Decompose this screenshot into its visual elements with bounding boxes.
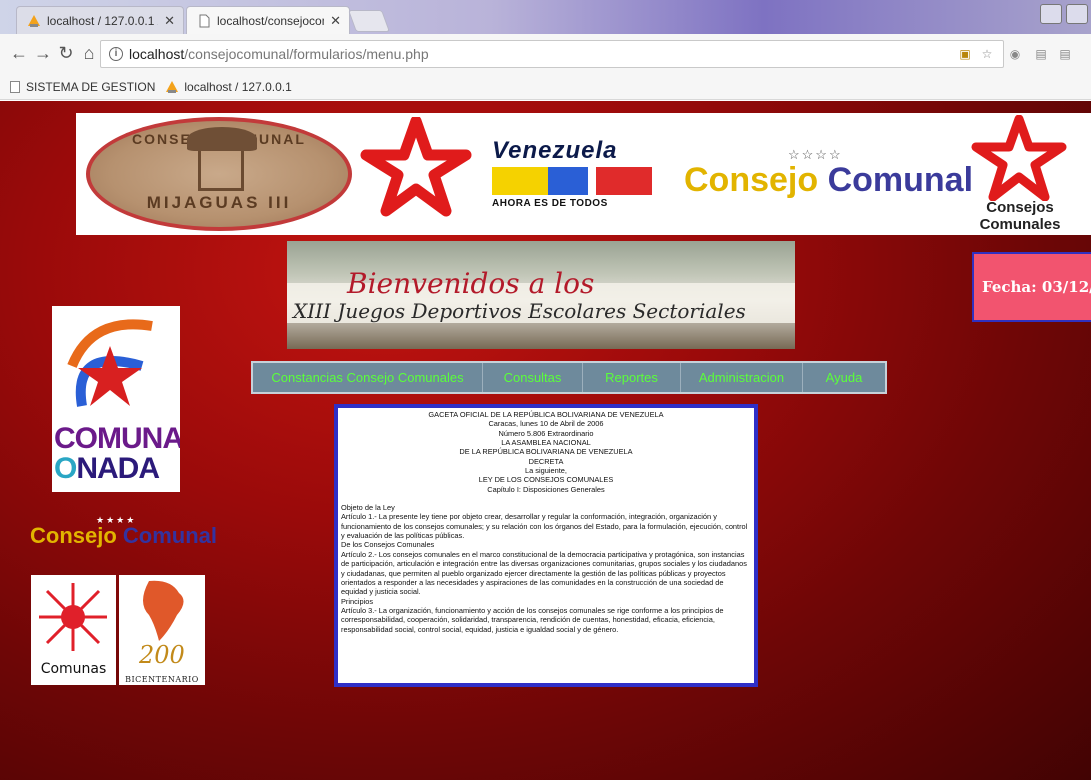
comunas-star-icon — [39, 583, 107, 651]
home-icon[interactable]: ⌂ — [78, 42, 100, 64]
gaceta-header-line: LEY DE LOS CONSEJOS COMUNALES — [478, 475, 614, 485]
comunas-logo: Comunas — [31, 575, 116, 685]
browser-tab-bar: localhost / 127.0.0.1 / co ✕ localhost/c… — [0, 0, 1091, 34]
main-menu: Constancias Consejo Comunales Consultas … — [251, 361, 887, 394]
gaceta-article: Artículo 2.- Los consejos comunales en e… — [341, 549, 747, 597]
gaceta-header-line: Caracas, lunes 10 de Abril de 2006 — [488, 419, 604, 429]
consejos-star-icon — [971, 115, 1067, 201]
bookmark-sistema[interactable]: SISTEMA DE GESTION — [10, 80, 155, 94]
menu-item-ayuda[interactable]: Ayuda — [803, 363, 885, 392]
address-path: /consejocomunal/formularios/menu.php — [184, 46, 429, 62]
venezuela-slogan: AHORA ES DE TODOS — [492, 198, 608, 209]
gaceta-article: Artículo 1.- La presente ley tiene por o… — [341, 512, 748, 541]
gaceta-header-line: DE LA REPÚBLICA BOLIVARIANA DE VENEZUELA — [459, 447, 633, 457]
pma-icon — [166, 80, 179, 93]
wordmark-part-b: Comunal — [827, 161, 974, 199]
gaceta-header-line: DECRETA — [528, 456, 564, 466]
translate-icon[interactable]: ▣ — [958, 47, 972, 61]
consejos-comunales-logo: Consejos Comunales — [952, 199, 1088, 233]
info-icon[interactable]: i — [109, 47, 123, 61]
side-wordmark-a: Consejo — [30, 523, 117, 548]
comuna-swirl-icon — [67, 319, 153, 407]
address-bar[interactable]: i localhost/consejocomunal/formularios/m… — [100, 40, 1004, 68]
venezuela-logo: Venezuela AHORA ES DE TODOS — [492, 137, 662, 217]
minimize-button[interactable] — [1066, 4, 1088, 24]
bookmark-star-icon[interactable]: ☆ — [980, 47, 994, 61]
wordmark-part-a: Consejo — [684, 161, 819, 199]
gaceta-header-line: LA ASAMBLEA NACIONAL — [501, 438, 591, 448]
extension-icon[interactable]: ◉ — [1008, 47, 1022, 61]
extension-b-icon[interactable]: ▤ — [1058, 47, 1072, 61]
tab-close-icon[interactable]: ✕ — [330, 13, 341, 29]
gaceta-header-line: GACETA OFICIAL DE LA REPÚBLICA BOLIVARIA… — [428, 410, 664, 419]
red-star-icon — [360, 117, 472, 217]
bookmark-label: SISTEMA DE GESTION — [26, 79, 156, 94]
browser-tab-phpmyadmin[interactable]: localhost / 127.0.0.1 / co ✕ — [16, 6, 184, 34]
welcome-line2: XIII Juegos Deportivos Escolares Sectori… — [293, 299, 746, 323]
side-wordmark-b: Comunal — [122, 523, 218, 548]
new-tab-button[interactable] — [347, 10, 391, 32]
tab-close-icon[interactable]: ✕ — [164, 13, 175, 29]
menu-item-reportes[interactable]: Reportes — [583, 363, 681, 392]
date-box: Fecha: 03/12/2016 — [972, 252, 1091, 322]
comuna-text: COMUNA — [54, 422, 180, 455]
gaceta-heading: Principios — [341, 596, 374, 606]
browser-toolbar: ← → ↻ ⌂ i localhost/consejocomunal/formu… — [0, 34, 1091, 74]
forward-arrow-icon[interactable]: → — [32, 42, 54, 64]
reload-icon[interactable]: ↻ — [55, 42, 77, 64]
welcome-line1: Bienvenidos a los — [347, 267, 595, 300]
page-content: CONSEJO COMUNAL MIJAGUAS III Venezuela A… — [0, 101, 1091, 780]
browser-tab-consejocomunal[interactable]: localhost/consejocomun ✕ — [186, 6, 350, 34]
pma-favicon-icon — [28, 14, 40, 27]
onada-word: ONADA — [54, 452, 160, 485]
menu-item-administracion[interactable]: Administracion — [681, 363, 803, 392]
document-favicon-icon — [199, 14, 210, 27]
comunas-label: Comunas — [40, 661, 107, 677]
venezuela-flag-icon — [492, 167, 662, 195]
gaceta-heading: De los Consejos Comunales — [341, 540, 435, 550]
welcome-banner-image: Bienvenidos a los XIII Juegos Deportivos… — [287, 241, 795, 349]
bicentenario-number: 200 — [139, 641, 185, 669]
user-profile-button[interactable] — [1040, 4, 1062, 24]
document-icon — [10, 80, 20, 93]
bookmark-localhost[interactable]: localhost / 127.0.0.1 — [165, 79, 292, 94]
consejos-line2: Comunales — [979, 216, 1061, 233]
tab-title: localhost / 127.0.0.1 / co — [47, 13, 158, 28]
bookmark-label: localhost / 127.0.0.1 — [184, 79, 292, 94]
onada-text: ONADA — [54, 452, 160, 486]
comuna-logo: COMUNA ONADA — [52, 306, 180, 492]
header-banner: CONSEJO COMUNAL MIJAGUAS III Venezuela A… — [76, 113, 1091, 235]
date-value: 03/12/2016 — [1041, 278, 1091, 296]
gaceta-header-line: Número 5.806 Extraordinario — [498, 428, 594, 438]
house-icon — [187, 127, 257, 191]
extension-a-icon[interactable]: ▤ — [1034, 47, 1048, 61]
bookmarks-bar: SISTEMA DE GESTION localhost / 127.0.0.1 — [0, 74, 1091, 100]
gaceta-header-line: Capítulo I: Disposiciones Generales — [487, 484, 605, 494]
gaceta-oficial-panel: GACETA OFICIAL DE LA REPÚBLICA BOLIVARIA… — [334, 404, 758, 687]
south-america-map-icon — [143, 580, 184, 641]
menu-item-constancias[interactable]: Constancias Consejo Comunales — [253, 363, 483, 392]
address-host: localhost — [129, 46, 185, 62]
gaceta-header-line: La siguiente, — [525, 466, 567, 476]
date-label: Fecha: — [982, 278, 1037, 296]
bicentenario-logo: 200 BICENTENARIO — [119, 575, 205, 685]
gaceta-article: Artículo 3.- La organización, funcionami… — [341, 605, 724, 634]
seal-bottom-text: MIJAGUAS III — [146, 193, 292, 212]
menu-item-consultas[interactable]: Consultas — [483, 363, 583, 392]
bicentenario-label: BICENTENARIO — [125, 675, 199, 684]
gaceta-heading: Objeto de la Ley — [341, 503, 395, 513]
consejo-comunal-wordmark: Consejo Comunal — [684, 161, 973, 200]
tab-title: localhost/consejocomun — [217, 13, 324, 28]
consejo-comunal-seal-logo: CONSEJO COMUNAL MIJAGUAS III — [86, 117, 352, 231]
consejos-line1: Consejos — [986, 199, 1054, 216]
consejo-comunal-side-wordmark: Consejo Comunal — [30, 523, 217, 549]
venezuela-title: Venezuela — [492, 137, 618, 164]
back-arrow-icon[interactable]: ← — [8, 42, 30, 64]
